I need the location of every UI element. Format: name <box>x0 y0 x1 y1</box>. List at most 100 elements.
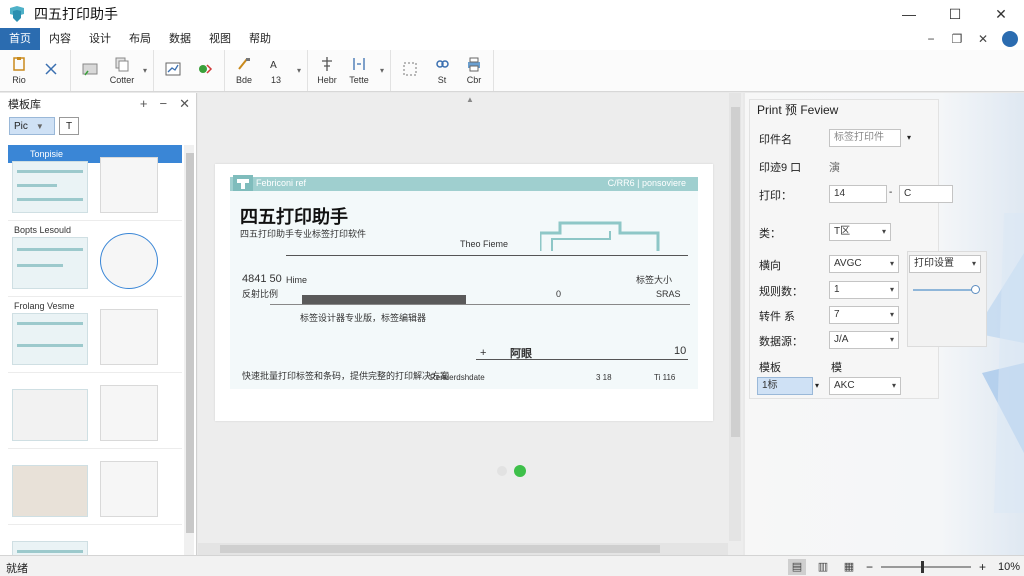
chevron-down-icon[interactable]: ▾ <box>815 381 819 390</box>
orientation-dropdown[interactable]: AVGC ▾ <box>829 255 899 273</box>
zoom-slider-knob[interactable] <box>920 560 924 573</box>
print-icon <box>468 57 481 72</box>
chevron-down-icon[interactable]: ▾ <box>143 66 147 75</box>
template-preview-image <box>100 233 158 289</box>
data-source-dropdown[interactable]: J/A ▾ <box>829 331 899 349</box>
doc-close-button[interactable]: ✕ <box>970 32 996 46</box>
layout-view-button[interactable]: ▥ <box>814 559 832 575</box>
page-view-button[interactable]: ▤ <box>787 558 806 575</box>
template-thumbnail <box>12 465 88 517</box>
close-button[interactable]: ✕ <box>978 0 1024 28</box>
help-icon[interactable] <box>1002 31 1018 47</box>
app-logo-icon <box>10 6 24 22</box>
orientation-label: 横向 <box>759 260 781 272</box>
chevron-down-icon[interactable]: ▾ <box>380 66 384 75</box>
close-icon[interactable]: ✕ <box>179 96 190 112</box>
print-name-label: 印件名 <box>759 134 792 146</box>
label-footer-right-1: Renderdshdate <box>430 373 485 382</box>
ribbon-toolbar: Rio Cotter ▾ Bde A 13 ▾ Hebr Tette ▾ St … <box>0 50 1024 92</box>
print-type-dropdown[interactable]: T区 ▾ <box>829 223 891 241</box>
ribbon-group-objects <box>154 50 226 91</box>
chevron-down-icon[interactable]: ▾ <box>297 66 301 75</box>
density-slider-knob[interactable] <box>971 285 980 294</box>
print-settings-dropdown[interactable]: 打印设置 ▾ <box>909 255 981 273</box>
template-thumbnail <box>12 237 88 289</box>
label-barcode-bar <box>302 295 466 304</box>
template-item[interactable] <box>8 525 182 555</box>
design-canvas[interactable]: ▲ Febriconi ref C/RR6 | ponsoviere 四五打印助… <box>198 93 743 555</box>
template-item[interactable] <box>8 373 182 449</box>
zoom-in-icon[interactable]: + <box>979 560 986 574</box>
collapse-icon[interactable]: − <box>160 96 168 112</box>
print-count-label: 印迹9 口 <box>759 162 802 174</box>
label-zero: 0 <box>556 289 562 299</box>
zoom-slider[interactable] <box>880 560 971 573</box>
preview-view-button[interactable]: ▦ <box>840 559 858 575</box>
template-item[interactable]: Frolang Vesme <box>8 297 182 373</box>
align-label: Hebr <box>317 75 337 85</box>
print-range-to-field[interactable]: C <box>899 185 953 203</box>
cut-button[interactable] <box>38 52 64 90</box>
menu-layout[interactable]: 布局 <box>120 28 160 50</box>
template-item[interactable]: Tonpisie <box>8 145 182 221</box>
copy-button[interactable]: Cotter <box>109 52 135 90</box>
chevron-down-icon[interactable]: ▾ <box>907 133 911 142</box>
font-size-button[interactable]: A 13 <box>263 52 289 90</box>
canvas-vertical-scroll-thumb[interactable] <box>731 107 740 437</box>
print-count-value: 演 <box>829 162 840 174</box>
add-icon[interactable]: + <box>140 96 148 112</box>
menu-content[interactable]: 内容 <box>40 28 80 50</box>
print-name-field[interactable]: 标签打印件 <box>829 129 901 147</box>
minimize-button[interactable]: — <box>886 0 932 28</box>
title-bar: 四五打印助手 — ☐ ✕ <box>0 0 1024 28</box>
filter-button[interactable]: T <box>59 117 79 135</box>
maximize-button[interactable]: ☐ <box>932 0 978 28</box>
label-ten: 10 <box>674 345 687 357</box>
template-type-dropdown[interactable]: Pic ▼ <box>9 117 55 135</box>
menu-data[interactable]: 数据 <box>160 28 200 50</box>
rule-count-value: 1 <box>834 284 840 295</box>
template-item[interactable] <box>8 449 182 525</box>
select-button[interactable] <box>397 52 423 90</box>
rule-count-label: 规则数： <box>759 286 803 298</box>
menu-help[interactable]: 帮助 <box>240 28 280 50</box>
menu-home[interactable]: 首页 <box>0 28 40 50</box>
print-range-from-value: 14 <box>834 188 846 199</box>
brush-button[interactable]: Bde <box>231 52 257 90</box>
template-item[interactable]: Bopts Lesould <box>8 221 182 297</box>
template-panel-title: 模板库 <box>8 99 41 111</box>
link-button[interactable]: St <box>429 52 455 90</box>
menu-view[interactable]: 视图 <box>200 28 240 50</box>
density-slider[interactable] <box>913 289 977 291</box>
template-preview-image <box>100 461 158 517</box>
template-thumbnail <box>12 313 88 365</box>
chart-button[interactable] <box>160 52 186 90</box>
ribbon-group-insert: Cotter ▾ <box>71 50 155 91</box>
chevron-down-icon: ▼ <box>35 121 44 131</box>
label-selector[interactable]: 1标 <box>757 377 813 395</box>
format-button[interactable] <box>192 52 218 90</box>
font-dropdown[interactable]: AKC ▾ <box>829 377 901 395</box>
doc-minimize-button[interactable]: − <box>918 32 944 46</box>
scrollbar-thumb[interactable] <box>186 153 194 533</box>
brush-icon <box>238 58 251 70</box>
chevron-down-icon: ▾ <box>889 259 894 268</box>
template-preview-image <box>100 385 158 441</box>
print-range-from-field[interactable]: 14 <box>829 185 887 203</box>
spacing-icon <box>353 58 365 70</box>
doc-restore-button[interactable]: ❐ <box>944 32 970 46</box>
print-name-value: 标签打印件 <box>834 132 884 143</box>
print-button[interactable]: Cbr <box>461 52 487 90</box>
template-panel: 模板库 + − ✕ Pic ▼ T Tonpisie Bopts Lesould… <box>0 93 197 555</box>
convert-dropdown[interactable]: 7 ▾ <box>829 306 899 324</box>
rule-count-dropdown[interactable]: 1 ▾ <box>829 281 899 299</box>
zoom-out-icon[interactable]: − <box>866 560 873 574</box>
align-button[interactable]: Hebr <box>314 52 340 90</box>
paste-button[interactable]: Rio <box>6 52 32 90</box>
text-box-button[interactable] <box>77 52 103 90</box>
canvas-horizontal-scroll-thumb[interactable] <box>220 545 660 553</box>
label-footer-text: 快速批量打印标签和条码，提供完整的打印解决方案 <box>242 371 450 381</box>
spacing-button[interactable]: Tette <box>346 52 372 90</box>
menu-design[interactable]: 设计 <box>80 28 120 50</box>
label-preview[interactable]: Febriconi ref C/RR6 | ponsoviere 四五打印助手 … <box>230 175 698 389</box>
